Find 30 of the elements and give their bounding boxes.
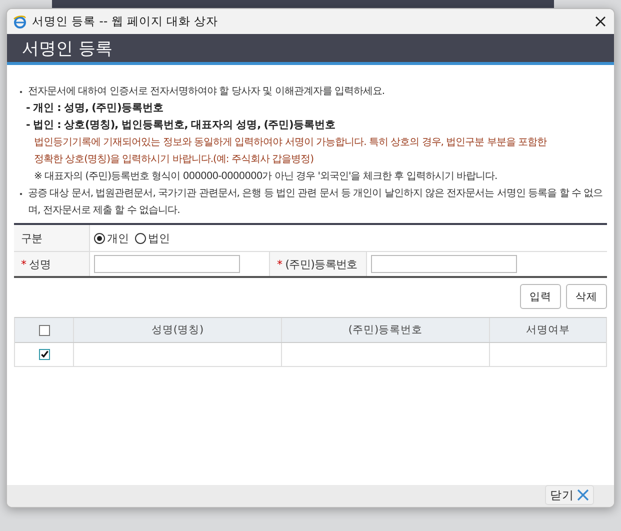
close-button[interactable]: 닫기 bbox=[545, 485, 594, 505]
radio-button[interactable] bbox=[94, 232, 105, 244]
field-label: 성명 bbox=[29, 256, 51, 272]
close-icon[interactable] bbox=[595, 16, 606, 27]
required-mark: * bbox=[277, 258, 282, 270]
checkbox[interactable] bbox=[38, 349, 50, 360]
dialog-title: 서명인 등록 bbox=[22, 38, 112, 60]
warning-text: 정확한 상호(명칭)을 입력하시기 바랍니다.(예: 주식회사 갑을병정) bbox=[33, 153, 314, 167]
notice-text: 전자문서에 대하여 인증서로 전자서명하여야 할 당사자 및 이해관계자를 입력하세요. bbox=[28, 85, 385, 99]
registration-number-input[interactable] bbox=[371, 255, 517, 273]
column-header: (주민)등록번호 bbox=[282, 318, 490, 342]
close-icon bbox=[577, 489, 589, 501]
notice-subitem: - 개인 : 성명, (주민)등록번호 bbox=[25, 101, 164, 116]
radio-label[interactable]: 법인 bbox=[148, 230, 170, 246]
name-input[interactable] bbox=[94, 255, 240, 273]
delete-button[interactable]: 삭제 bbox=[566, 284, 607, 309]
warning-text: 법인등기기록에 기재되어있는 정보와 동일하게 입력하여야 서명이 가능합니다. 특히 상호의 경우, 법인구분 부분을 포함한 bbox=[33, 136, 547, 150]
radio-button[interactable] bbox=[135, 232, 146, 244]
field-label: 구분 bbox=[21, 230, 42, 246]
column-header: 서명여부 bbox=[525, 323, 571, 338]
required-mark: * bbox=[21, 258, 26, 270]
radio-label[interactable]: 개인 bbox=[107, 230, 129, 246]
enter-button[interactable]: 입력 bbox=[520, 284, 561, 309]
notice-subitem: - 법인 : 상호(명칭), 법인등록번호, 대표자의 성명, (주민)등록번호 bbox=[25, 118, 336, 133]
browser-icon bbox=[13, 14, 27, 28]
notice-text: 공증 대상 문서, 법원관련문서, 국가기관 관련문서, 은행 등 법인 관련 문서 등 개인이 날인하지 않은 전자문서는 서명인 등록을 할 수 없으며, 전자문서로 제출 할 수 없습니다. bbox=[28, 187, 604, 218]
column-header: 성명(명칭) bbox=[74, 318, 282, 342]
remark-text: ※ 대표자의 (주민)등록번호 형식이 000000-0000000가 아닌 경우 '외국인'을 체크한 후 입력하시기 바랍니다. bbox=[33, 170, 498, 184]
field-label: (주민)등록번호 bbox=[285, 256, 358, 272]
window-title: 서명인 등록 -- 웹 페이지 대화 상자 bbox=[32, 14, 220, 29]
